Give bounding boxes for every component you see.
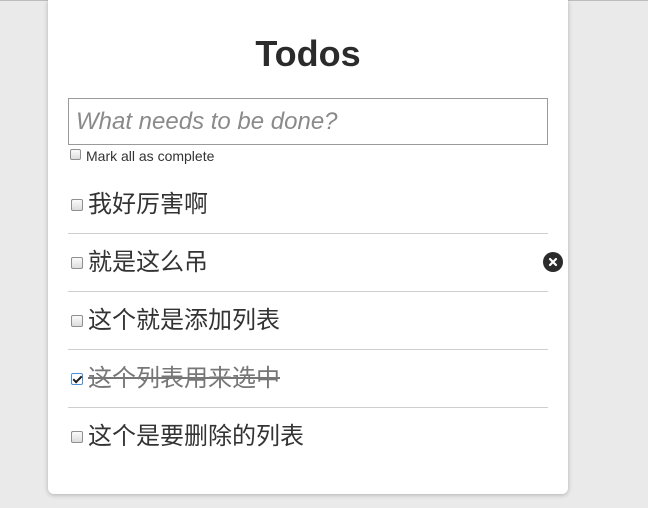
todo-checkbox[interactable] [71, 257, 83, 269]
todo-checkbox[interactable] [71, 199, 83, 211]
todo-checkbox[interactable] [71, 431, 83, 443]
todo-label[interactable]: 这个就是添加列表 [88, 305, 280, 335]
todo-label[interactable]: 就是这么吊 [88, 247, 208, 277]
todo-checkbox-checked[interactable] [71, 373, 83, 385]
toggle-all-label[interactable]: Mark all as complete [86, 148, 214, 164]
todo-checkbox[interactable] [71, 315, 83, 327]
toggle-all-row[interactable]: Mark all as complete [70, 147, 214, 165]
delete-todo-button[interactable] [543, 252, 563, 272]
todo-item: 这个就是添加列表 [68, 292, 548, 350]
todo-item: 这个是要删除的列表 [68, 408, 548, 465]
todo-item: 我好厉害啊 [68, 176, 548, 234]
todo-item: 这个列表用来选中 [68, 350, 548, 408]
page-title: Todos [255, 33, 361, 74]
todo-label[interactable]: 这个是要删除的列表 [88, 421, 304, 451]
todo-label-completed[interactable]: 这个列表用来选中 [88, 363, 280, 393]
todo-label[interactable]: 我好厉害啊 [88, 189, 208, 219]
new-todo-input[interactable] [68, 98, 548, 145]
toggle-all-checkbox[interactable] [70, 149, 81, 160]
todo-item: 就是这么吊 [68, 234, 548, 292]
todo-list: 我好厉害啊 就是这么吊 这个就是添加列表 这个列表用来选中 这个是要删除的列表 [68, 176, 548, 465]
close-circle-icon [548, 257, 558, 267]
todo-app: Todos Mark all as complete 我好厉害啊 就是这么吊 这… [48, 0, 568, 494]
